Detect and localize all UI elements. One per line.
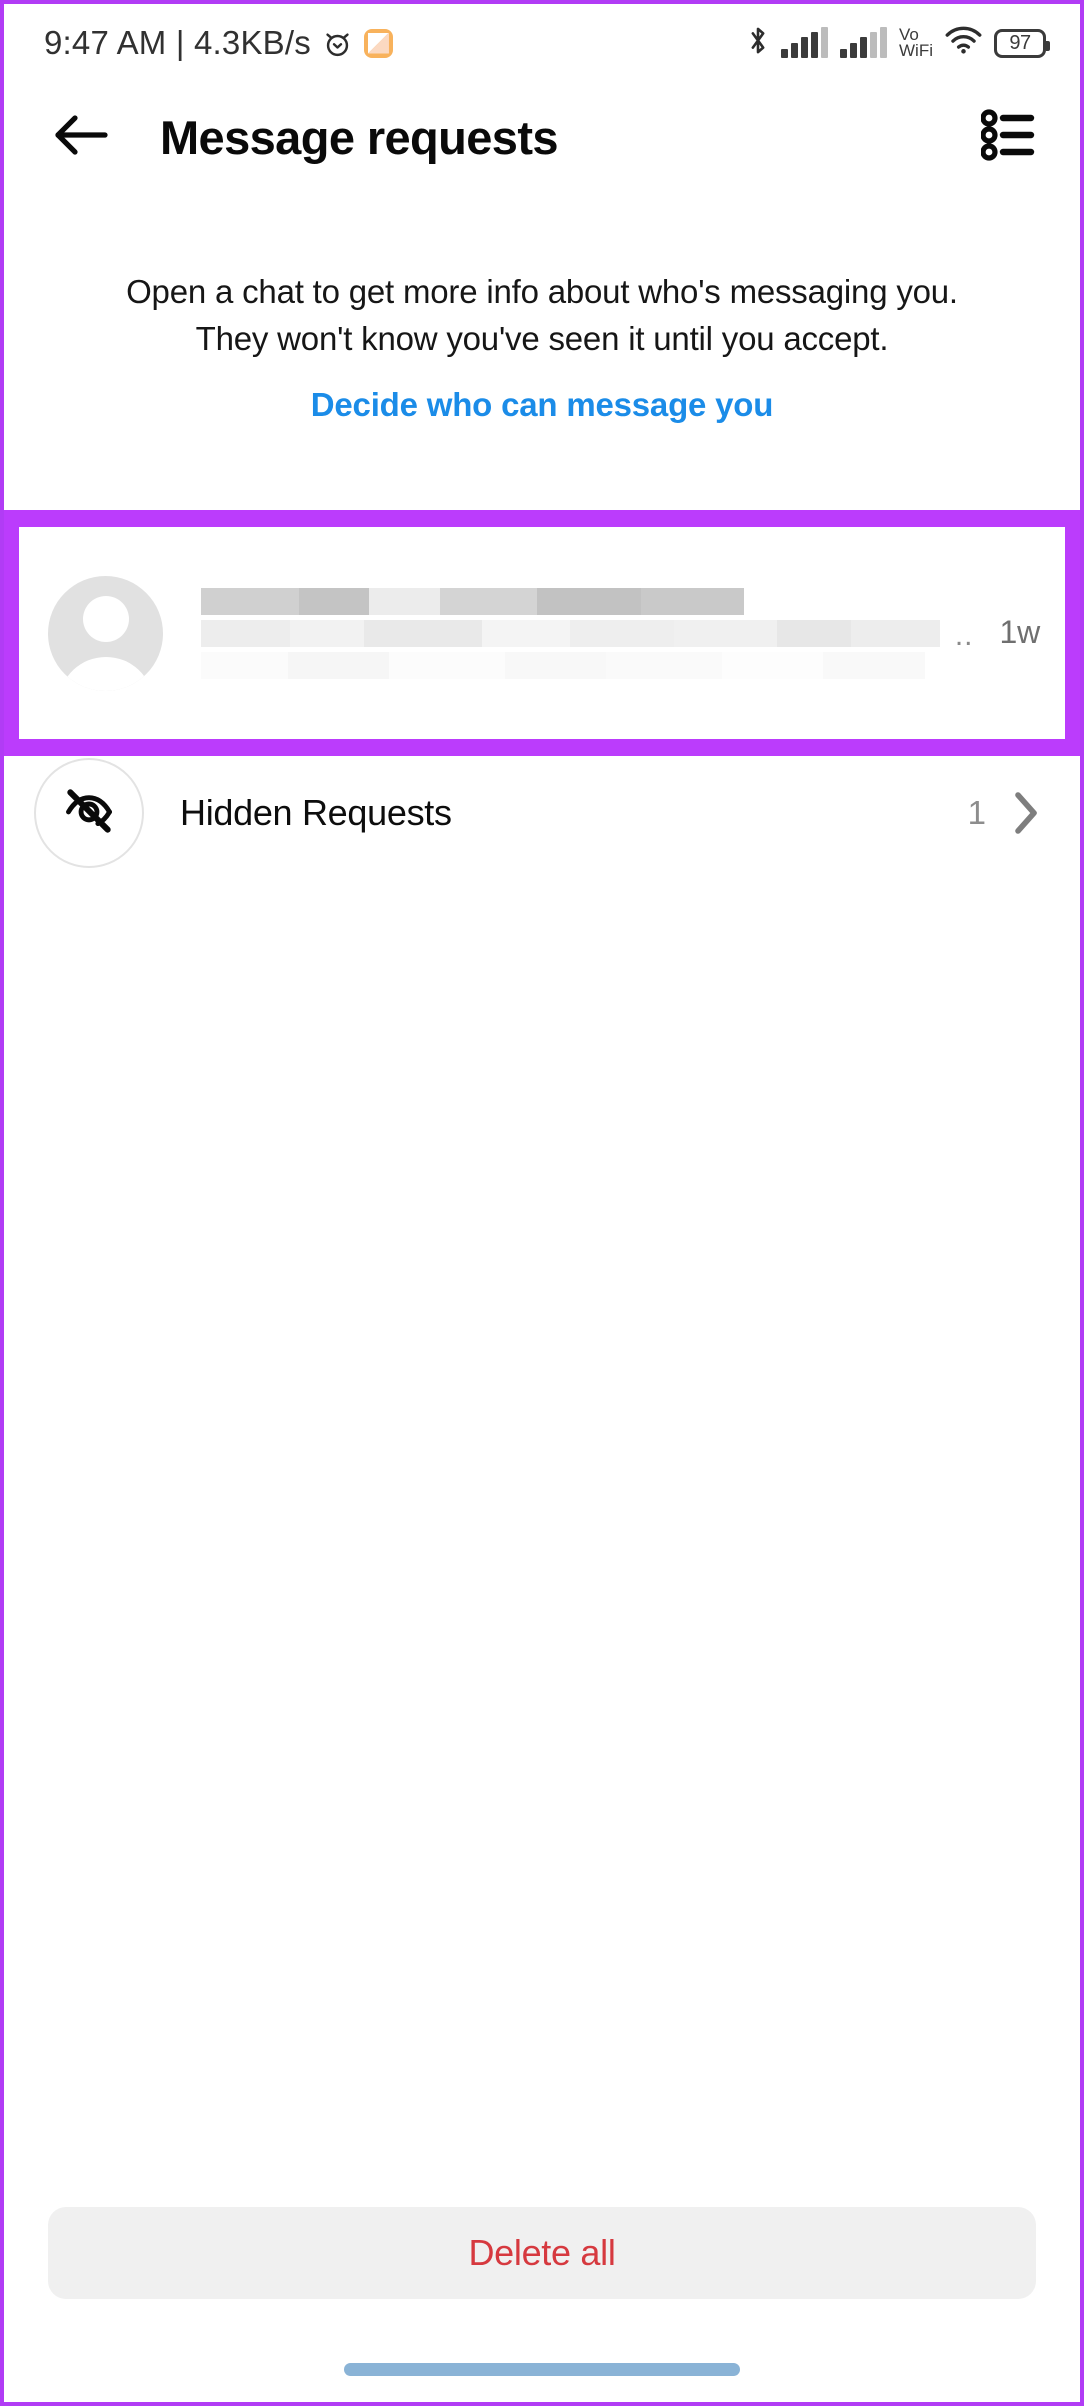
request-text-block [201,587,955,679]
phone-screen: 9:47 AM | 4.3KB/s Vo WiFi 97 Message req… [0,0,1084,2406]
bluetooth-icon [747,25,769,61]
redacted-message-preview-line1 [201,619,940,647]
page-title: Message requests [160,110,559,164]
notes-app-icon [363,28,393,58]
vowifi-line-2: WiFi [899,41,933,60]
info-block: Open a chat to get more info about who's… [4,268,1080,424]
battery-indicator: 97 [994,28,1050,58]
battery-level: 97 [1009,31,1031,54]
info-description: Open a chat to get more info about who's… [126,273,958,357]
status-clock: 9:47 AM | 4.3KB/s [44,24,311,61]
message-request-row[interactable]: .. 1w [4,527,1080,739]
request-meta: .. 1w [955,614,1040,653]
avatar-head [82,595,129,642]
hidden-requests-icon-wrap [34,758,144,868]
vowifi-indicator: Vo WiFi [899,26,933,60]
list-menu-button[interactable] [972,101,1044,173]
avatar-body [59,656,152,691]
decide-who-can-message-link[interactable]: Decide who can message you [104,386,980,424]
redacted-sender-name [201,587,744,615]
hidden-requests-row[interactable]: Hidden Requests 1 [4,758,1080,868]
wifi-icon [945,26,982,60]
status-bar-left: 9:47 AM | 4.3KB/s [44,24,393,62]
hidden-requests-label: Hidden Requests [180,792,452,833]
default-avatar-icon [48,575,163,691]
eye-off-icon [61,783,117,844]
signal-bars-sim1-icon [781,27,829,58]
alarm-clock-icon [322,28,353,59]
app-header: Message requests [4,82,1080,192]
empty-list-area [4,869,1080,2169]
home-indicator[interactable] [344,2363,740,2376]
status-bar-right: Vo WiFi 97 [747,25,1050,61]
redacted-message-preview-line2 [201,651,925,679]
arrow-left-icon [53,114,109,161]
request-timestamp: 1w [999,613,1040,650]
signal-bars-sim2-icon [840,27,888,58]
back-button[interactable] [44,100,118,174]
truncation-ellipsis: .. [954,618,974,652]
status-bar: 9:47 AM | 4.3KB/s Vo WiFi 97 [4,4,1080,82]
list-menu-icon [980,108,1035,167]
chevron-right-icon[interactable] [1012,790,1040,836]
delete-all-button[interactable]: Delete all [48,2207,1036,2299]
hidden-requests-count: 1 [967,794,986,831]
